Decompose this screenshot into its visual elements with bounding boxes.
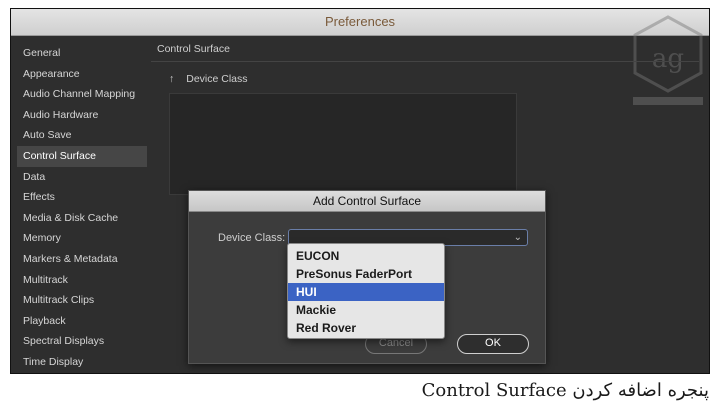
device-class-label: Device Class: xyxy=(218,232,286,244)
dropdown-option-presonus-faderport[interactable]: PreSonus FaderPort xyxy=(288,265,444,283)
ok-button[interactable]: OK xyxy=(457,334,529,354)
sidebar-item-memory[interactable]: Memory xyxy=(17,228,147,249)
sidebar-item-time-display[interactable]: Time Display xyxy=(17,352,147,373)
dialog-title: Add Control Surface xyxy=(189,191,545,212)
dropdown-option-red-rover[interactable]: Red Rover xyxy=(288,319,444,337)
sidebar-item-audio-hardware[interactable]: Audio Hardware xyxy=(17,105,147,126)
sidebar-item-audio-channel-mapping[interactable]: Audio Channel Mapping xyxy=(17,84,147,105)
device-class-dropdown: EUCON PreSonus FaderPort HUI Mackie Red … xyxy=(287,243,445,339)
caption-text: پنجره اضافه کردن Control Surface xyxy=(421,380,709,401)
sidebar-item-playback[interactable]: Playback xyxy=(17,311,147,332)
dropdown-option-mackie[interactable]: Mackie xyxy=(288,301,444,319)
svg-text:ag: ag xyxy=(652,44,684,74)
sidebar-item-media-disk-cache[interactable]: Media & Disk Cache xyxy=(17,208,147,229)
preferences-sidebar: General Appearance Audio Channel Mapping… xyxy=(17,43,147,373)
sidebar-item-multitrack-clips[interactable]: Multitrack Clips xyxy=(17,290,147,311)
sidebar-item-appearance[interactable]: Appearance xyxy=(17,64,147,85)
column-header-label: Device Class xyxy=(186,73,248,85)
sidebar-item-control-surface[interactable]: Control Surface xyxy=(17,145,147,167)
sidebar-item-auto-save[interactable]: Auto Save xyxy=(17,125,147,146)
sidebar-item-spectral-displays[interactable]: Spectral Displays xyxy=(17,331,147,352)
sidebar-item-general[interactable]: General xyxy=(17,43,147,64)
window-title: Preferences xyxy=(11,9,709,36)
caption-bar: پنجره اضافه کردن Control Surface xyxy=(0,376,719,412)
sidebar-item-effects[interactable]: Effects xyxy=(17,187,147,208)
dropdown-option-eucon[interactable]: EUCON xyxy=(288,247,444,265)
chevron-down-icon: ⌄ xyxy=(513,232,522,243)
sidebar-item-multitrack[interactable]: Multitrack xyxy=(17,270,147,291)
sidebar-item-data[interactable]: Data xyxy=(17,167,147,188)
control-surface-list[interactable] xyxy=(169,93,517,195)
section-title: Control Surface xyxy=(157,43,230,55)
section-divider xyxy=(151,61,699,62)
device-class-column-header[interactable]: ↑ Device Class xyxy=(169,73,248,85)
sidebar-item-markers-metadata[interactable]: Markers & Metadata xyxy=(17,249,147,270)
dropdown-option-hui[interactable]: HUI xyxy=(288,283,444,301)
sort-arrow-icon: ↑ xyxy=(169,73,175,85)
